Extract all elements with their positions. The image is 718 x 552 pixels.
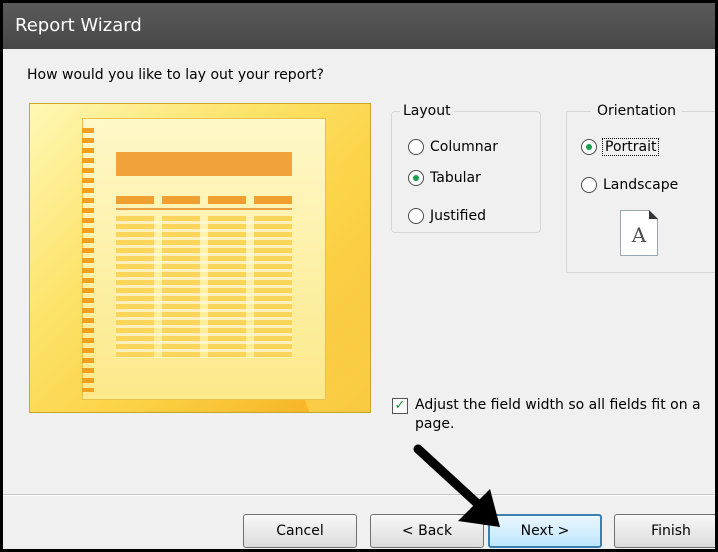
justified-label: Justified xyxy=(430,208,486,224)
preview-table-rows xyxy=(116,216,292,358)
next-button[interactable]: Next > xyxy=(488,514,602,548)
columnar-label: Columnar xyxy=(430,139,498,155)
portrait-page-icon: A xyxy=(620,210,658,256)
layout-option-columnar[interactable]: Columnar xyxy=(408,139,498,155)
portrait-label: Portrait xyxy=(601,138,660,156)
layout-preview-image xyxy=(29,103,371,413)
layout-option-justified[interactable]: Justified xyxy=(408,208,486,224)
radio-tabular[interactable] xyxy=(408,170,424,186)
preview-column-headers xyxy=(116,196,292,204)
report-wizard-dialog: Report Wizard How would you like to lay … xyxy=(0,0,718,552)
cancel-button[interactable]: Cancel xyxy=(243,514,357,548)
radio-landscape[interactable] xyxy=(581,177,597,193)
orientation-option-portrait[interactable]: Portrait xyxy=(581,138,660,156)
adjust-field-width-label: Adjust the field width so all fields fit… xyxy=(415,397,701,432)
radio-columnar[interactable] xyxy=(408,139,424,155)
preview-header-rule xyxy=(116,208,292,210)
landscape-label: Landscape xyxy=(603,177,679,193)
dialog-title: Report Wizard xyxy=(3,3,715,49)
page-letter: A xyxy=(631,223,647,247)
layout-option-tabular[interactable]: Tabular xyxy=(408,170,481,186)
button-separator xyxy=(3,494,715,496)
finish-button[interactable]: Finish xyxy=(614,514,715,548)
preview-binding xyxy=(82,128,94,392)
orientation-option-landscape[interactable]: Landscape xyxy=(581,177,678,193)
adjust-field-width-checkbox[interactable]: ✓ xyxy=(392,398,408,414)
tabular-label: Tabular xyxy=(430,170,481,186)
adjust-field-width-option[interactable]: ✓ Adjust the field width so all fields f… xyxy=(392,396,705,434)
layout-prompt: How would you like to lay out your repor… xyxy=(27,67,324,83)
preview-title-bar xyxy=(116,152,292,176)
orientation-group-legend: Orientation xyxy=(597,103,677,119)
back-button[interactable]: < Back xyxy=(370,514,484,548)
radio-portrait[interactable] xyxy=(581,139,597,155)
radio-justified[interactable] xyxy=(408,208,424,224)
page-fold-icon xyxy=(649,210,658,219)
layout-group-legend: Layout xyxy=(403,103,451,119)
